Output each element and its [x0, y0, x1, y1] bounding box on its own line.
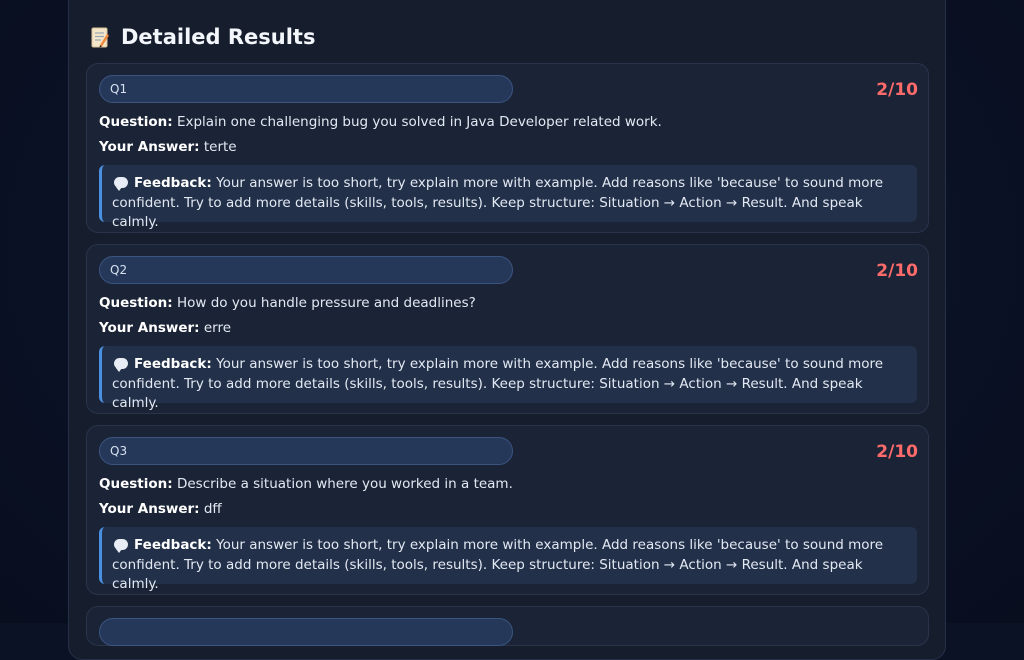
question-text: Explain one challenging bug you solved i… — [176, 114, 662, 130]
feedback-label: Feedback: — [134, 356, 212, 372]
feedback-text-line1: Your answer is too short, try explain mo… — [216, 356, 884, 372]
answer-line: Your Answer: dff — [99, 501, 222, 517]
result-card: Q1 2/10 Question: Explain one challengin… — [86, 63, 929, 233]
answer-line: Your Answer: erre — [99, 320, 231, 336]
speech-bubble-icon — [114, 539, 128, 553]
feedback-label: Feedback: — [134, 537, 212, 553]
answer-text: erre — [203, 320, 232, 336]
answer-label: Your Answer: — [99, 501, 200, 517]
feedback-box: Feedback: Your answer is too short, try … — [99, 346, 917, 411]
speech-bubble-icon — [114, 177, 128, 191]
feedback-box: Feedback: Your answer is too short, try … — [99, 165, 917, 230]
answer-label: Your Answer: — [99, 320, 200, 336]
question-tag: Q3 — [99, 437, 513, 465]
score-value: 2/10 — [876, 261, 918, 281]
feedback-text-line2: confident. Try to add more details (skil… — [112, 194, 863, 231]
speech-bubble-icon — [114, 358, 128, 372]
feedback-text-line1: Your answer is too short, try explain mo… — [216, 175, 884, 191]
question-line: Question: Explain one challenging bug yo… — [99, 114, 662, 130]
answer-label: Your Answer: — [99, 139, 200, 155]
question-tag: Q2 — [99, 256, 513, 284]
feedback-label: Feedback: — [134, 175, 212, 191]
detailed-results-panel: Detailed Results Q1 2/10 Question: Expla… — [68, 0, 946, 660]
feedback-text-line2: confident. Try to add more details (skil… — [112, 375, 863, 412]
memo-icon — [91, 26, 109, 48]
section-heading: Detailed Results — [91, 25, 315, 49]
question-line: Question: Describe a situation where you… — [99, 476, 513, 492]
question-label: Question: — [99, 295, 173, 311]
feedback-text-line1: Your answer is too short, try explain mo… — [216, 537, 884, 553]
question-text: How do you handle pressure and deadlines… — [176, 295, 476, 311]
result-card: Q2 2/10 Question: How do you handle pres… — [86, 244, 929, 414]
question-tag: Q1 — [99, 75, 513, 103]
question-text: Describe a situation where you worked in… — [176, 476, 513, 492]
answer-text: dff — [203, 501, 222, 517]
question-tag — [99, 618, 513, 646]
result-card: Q3 2/10 Question: Describe a situation w… — [86, 425, 929, 595]
question-label: Question: — [99, 476, 173, 492]
result-card — [86, 606, 929, 646]
score-value: 2/10 — [876, 80, 918, 100]
section-title: Detailed Results — [121, 25, 316, 49]
answer-line: Your Answer: terte — [99, 139, 237, 155]
question-label: Question: — [99, 114, 173, 130]
feedback-text-line2: confident. Try to add more details (skil… — [112, 556, 863, 593]
score-value: 2/10 — [876, 442, 918, 462]
question-line: Question: How do you handle pressure and… — [99, 295, 476, 311]
feedback-box: Feedback: Your answer is too short, try … — [99, 527, 917, 592]
answer-text: terte — [203, 139, 237, 155]
results-list: Q1 2/10 Question: Explain one challengin… — [86, 63, 929, 657]
